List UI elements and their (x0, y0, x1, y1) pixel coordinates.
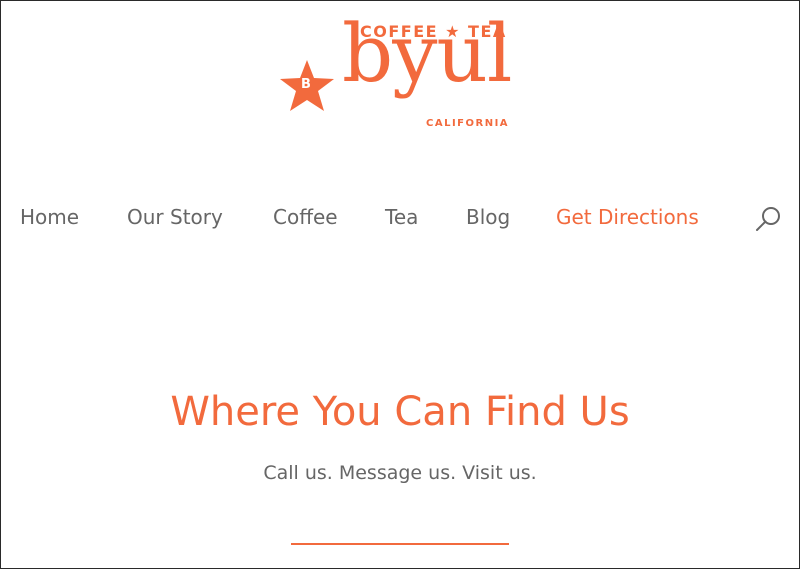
nav-item-blog[interactable]: Blog (466, 200, 510, 234)
nav-item-tea[interactable]: Tea (385, 200, 418, 234)
search-icon[interactable] (753, 204, 783, 234)
nav-item-our-story[interactable]: Our Story (127, 200, 223, 234)
page-title: Where You Can Find Us (170, 389, 630, 435)
main-nav: Home Our Story Coffee Tea Blog Get Direc… (0, 200, 800, 234)
title-divider (291, 543, 509, 545)
nav-item-get-directions[interactable]: Get Directions (556, 200, 699, 234)
nav-item-home[interactable]: Home (20, 200, 79, 234)
logo-tagline-bottom: CALIFORNIA (426, 118, 510, 129)
brand-logo[interactable]: COFFEE ★ TEA byul CALIFORNIA B (278, 14, 528, 136)
logo-star-letter: B (301, 77, 311, 92)
nav-item-coffee[interactable]: Coffee (273, 200, 338, 234)
logo-wordmark: byul (342, 7, 513, 100)
page-subtitle: Call us. Message us. Visit us. (263, 462, 537, 484)
